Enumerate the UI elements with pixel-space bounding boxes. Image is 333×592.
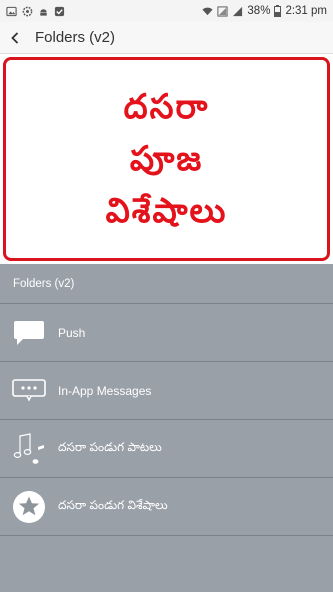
signal-1-icon	[217, 5, 228, 17]
battery-icon	[274, 5, 282, 17]
battery-percent: 38%	[247, 5, 271, 17]
star-circle-icon	[0, 478, 58, 536]
clock: 2:31 pm	[285, 5, 327, 17]
check-notification-icon	[54, 6, 65, 16]
settings-notification-icon	[22, 6, 33, 16]
chat-bubble-icon	[0, 304, 58, 362]
status-bar: 38% 2:31 pm	[0, 0, 333, 22]
list-item-label: Push	[58, 325, 86, 340]
banner-line-1: దసరా	[123, 87, 210, 127]
wifi-icon	[202, 7, 213, 15]
app-bar: Folders (v2)	[0, 22, 333, 54]
notification-icons	[0, 6, 65, 17]
system-icons: 38% 2:31 pm	[202, 5, 333, 17]
chevron-left-icon	[11, 31, 19, 44]
back-button[interactable]	[0, 22, 30, 54]
folder-list: Folders (v2) Push In-App Messages దసరా ప…	[0, 264, 333, 592]
image-notification-icon	[6, 6, 17, 16]
list-item-dasara-specials[interactable]: దసరా పండుగ విశేషాలు	[0, 478, 333, 536]
signal-2-icon	[233, 6, 243, 16]
message-dots-icon	[0, 362, 58, 420]
section-header: Folders (v2)	[0, 264, 333, 304]
banner-line-3: విశేషాలు	[105, 191, 228, 231]
list-item-push[interactable]: Push	[0, 304, 333, 362]
list-item-label: దసరా పండుగ విశేషాలు	[58, 498, 168, 512]
music-notes-icon	[0, 420, 58, 478]
list-item-label: In-App Messages	[58, 383, 152, 398]
android-notification-icon	[40, 8, 47, 16]
page-title: Folders (v2)	[35, 29, 116, 46]
list-item-dasara-songs[interactable]: దసరా పండుగ పాటలు	[0, 420, 333, 478]
list-item-in-app-messages[interactable]: In-App Messages	[0, 362, 333, 420]
banner-line-2: పూజ	[129, 139, 204, 179]
list-item-label: దసరా పండుగ పాటలు	[58, 440, 162, 454]
banner-container: దసరా పూజ విశేషాలు	[0, 54, 333, 264]
dasara-banner-image: దసరా పూజ విశేషాలు	[3, 57, 330, 261]
